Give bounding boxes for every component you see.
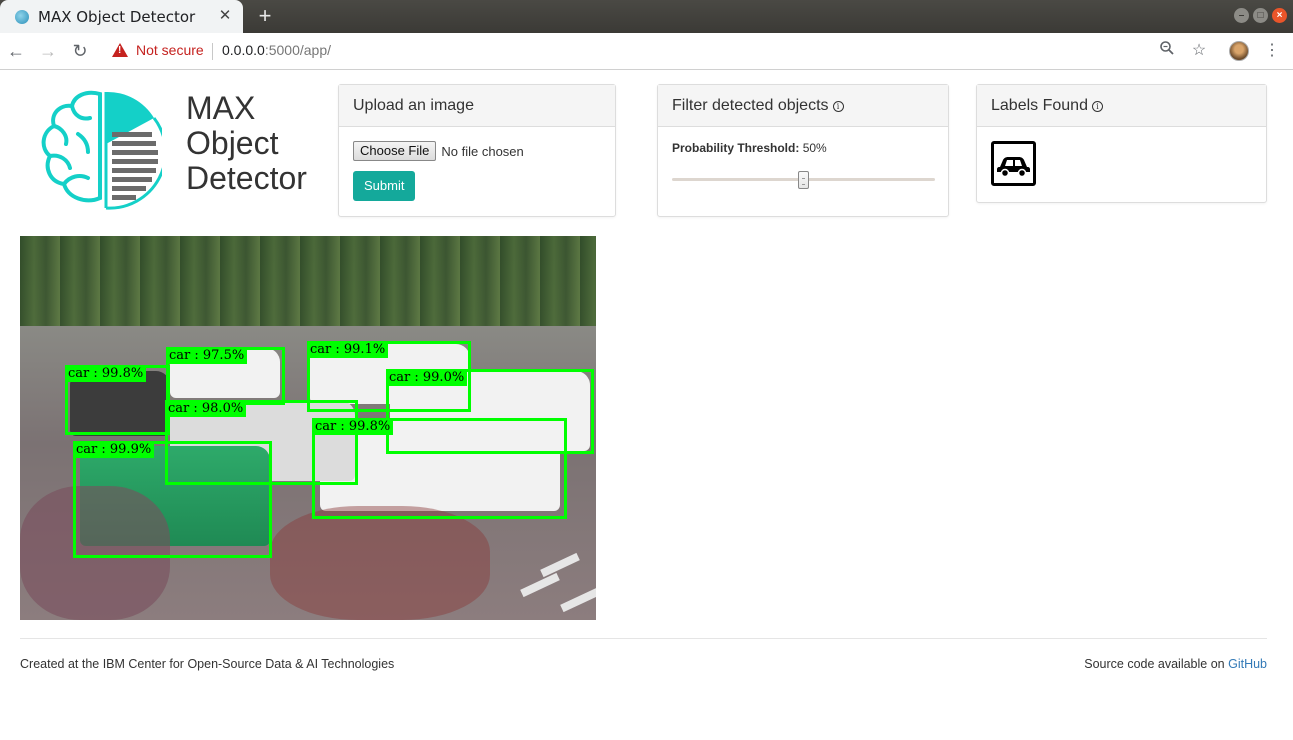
menu-dots-icon[interactable]: ⋮ <box>1261 40 1283 62</box>
close-window-icon[interactable]: × <box>1272 8 1287 23</box>
filter-panel-heading: Filter detected objects i <box>658 85 948 127</box>
detection-label: car : 99.9% <box>73 441 155 458</box>
minimize-icon[interactable]: – <box>1234 8 1249 23</box>
bookmark-star-icon[interactable]: ☆ <box>1188 40 1210 62</box>
url-path: :5000/app/ <box>264 42 331 58</box>
detection-box: car : 97.5% <box>166 347 285 405</box>
car-icon[interactable] <box>991 141 1036 186</box>
upload-panel-title: Upload an image <box>339 85 615 127</box>
github-link[interactable]: GitHub <box>1228 657 1267 671</box>
threshold-label: Probability Threshold: 50% <box>672 141 934 155</box>
labels-panel-heading: Labels Found i <box>977 85 1266 127</box>
upload-panel-body: Choose File No file chosen Submit <box>339 127 615 215</box>
max-logo-icon <box>38 88 168 212</box>
footer-credit: Created at the IBM Center for Open-Sourc… <box>20 657 395 671</box>
detection-result-image: car : 99.8% car : 97.5% car : 99.1% car … <box>20 236 596 620</box>
logo-line-2: Object <box>186 125 279 161</box>
url-separator <box>212 43 213 60</box>
warning-icon <box>112 43 128 57</box>
info-icon[interactable]: i <box>1091 101 1103 112</box>
labels-panel-title: Labels Found <box>991 97 1088 114</box>
threshold-value: 50% <box>802 141 827 155</box>
detection-label: car : 99.1% <box>307 341 389 358</box>
filter-panel-body: Probability Threshold: 50% <box>658 127 948 217</box>
submit-button[interactable]: Submit <box>353 171 416 201</box>
browser-toolbar: ← → ↻ Not secure 0.0.0.0:5000/app/ ☆ ⋮ <box>0 33 1293 70</box>
footer-divider <box>20 638 1267 639</box>
browser-title-bar: MAX Object Detector ✕ + – □ × <box>0 0 1293 33</box>
filter-panel: Filter detected objects i Probability Thr… <box>657 84 949 217</box>
address-bar[interactable]: 0.0.0.0:5000/app/ <box>222 42 331 58</box>
threshold-slider-handle[interactable] <box>798 171 809 189</box>
profile-avatar[interactable] <box>1229 41 1249 61</box>
detection-box: car : 99.8% <box>312 418 567 519</box>
upload-panel: Upload an image Choose File No file chos… <box>338 84 616 217</box>
filter-panel-title: Filter detected objects <box>672 97 829 114</box>
url-host: 0.0.0.0 <box>222 42 265 58</box>
file-status: No file chosen <box>441 143 524 159</box>
security-indicator[interactable]: Not secure <box>112 42 204 58</box>
file-input[interactable]: Choose File No file chosen <box>353 141 601 161</box>
close-tab-icon[interactable]: ✕ <box>217 8 233 24</box>
logo-line-1: MAX <box>186 90 256 126</box>
detection-box: car : 99.9% <box>73 441 272 558</box>
reload-icon[interactable]: ↻ <box>69 40 91 62</box>
browser-tab[interactable]: MAX Object Detector ✕ <box>0 0 243 33</box>
detection-box: car : 99.8% <box>65 365 170 435</box>
detection-label: car : 98.0% <box>165 400 247 417</box>
footer-source: Source code available on GitHub <box>1084 657 1267 671</box>
choose-file-button[interactable]: Choose File <box>353 141 437 161</box>
detection-label: car : 99.8% <box>312 418 394 435</box>
zoom-icon[interactable] <box>1156 40 1178 62</box>
logo-wordmark: MAX Object Detector <box>186 91 307 196</box>
labels-panel-body <box>977 127 1266 200</box>
threshold-label-text: Probability Threshold: <box>672 141 800 155</box>
security-label: Not secure <box>136 42 204 58</box>
detection-label: car : 97.5% <box>166 347 248 364</box>
photo-background-trees <box>20 236 596 326</box>
back-arrow-icon[interactable]: ← <box>5 40 27 62</box>
detection-label: car : 99.0% <box>386 369 468 386</box>
labels-panel: Labels Found i <box>976 84 1267 203</box>
window-controls: – □ × <box>1234 8 1287 23</box>
detection-label: car : 99.8% <box>65 365 147 382</box>
new-tab-button[interactable]: + <box>254 4 276 28</box>
footer-source-text: Source code available on <box>1084 657 1225 671</box>
photo-crowd <box>270 506 490 620</box>
maximize-icon[interactable]: □ <box>1253 8 1268 23</box>
forward-arrow-icon[interactable]: → <box>37 40 59 62</box>
info-icon[interactable]: i <box>832 101 844 112</box>
logo-line-3: Detector <box>186 160 307 196</box>
tab-title: MAX Object Detector <box>38 7 196 26</box>
favicon-icon <box>15 9 29 24</box>
